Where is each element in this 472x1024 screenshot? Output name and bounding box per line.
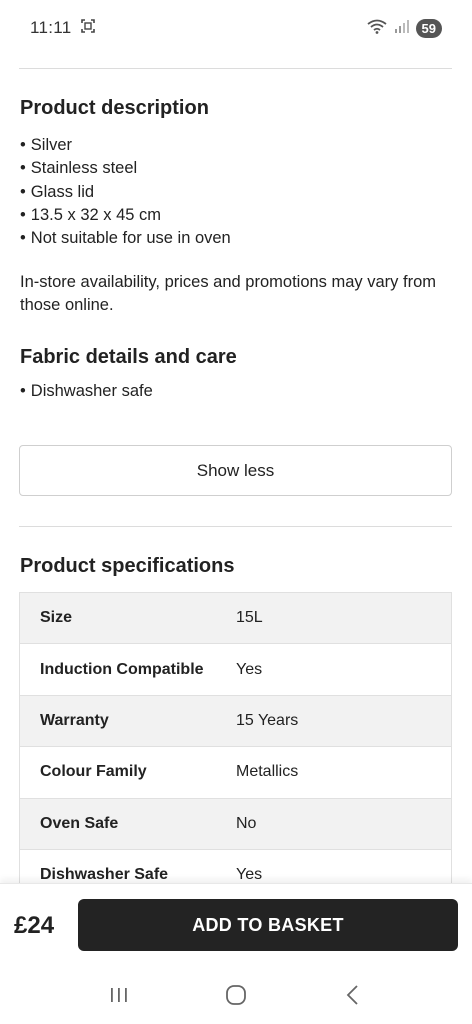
fabric-bullets: Dishwasher safe [20, 380, 153, 403]
screenshot-icon [80, 18, 96, 39]
home-icon[interactable] [216, 975, 256, 1015]
show-less-label: Show less [196, 460, 275, 480]
specifications-table: Size 15L Induction Compatible Yes Warran… [19, 592, 452, 902]
description-bullet: Not suitable for use in oven [20, 227, 231, 250]
top-divider [19, 68, 452, 69]
spec-row: Oven Safe No [20, 798, 451, 850]
signal-icon [394, 19, 410, 38]
status-bar: 11:11 59 [0, 0, 472, 56]
status-left: 11:11 [30, 18, 96, 39]
battery-indicator: 59 [415, 18, 442, 38]
spec-label: Colour Family [40, 763, 147, 781]
recent-apps-icon[interactable] [99, 975, 139, 1015]
description-bullet: Stainless steel [20, 157, 231, 180]
show-less-button[interactable]: Show less [19, 445, 452, 496]
price: £24 [14, 912, 55, 939]
spec-label: Size [40, 609, 73, 627]
spec-value: Yes [236, 866, 263, 884]
spec-row: Warranty 15 Years [20, 695, 451, 748]
fabric-bullet: Dishwasher safe [20, 380, 153, 403]
spec-row: Size 15L [20, 593, 451, 645]
description-bullets: Silver Stainless steel Glass lid 13.5 x … [20, 134, 231, 250]
spec-value: Metallics [236, 763, 299, 781]
back-icon[interactable] [333, 975, 373, 1015]
add-to-basket-button[interactable]: ADD TO BASKET [78, 899, 458, 951]
spec-value: Yes [236, 660, 263, 678]
status-time: 11:11 [30, 18, 72, 37]
wifi-icon [366, 18, 388, 39]
page: 11:11 59 Product description • Silver • … [0, 0, 472, 1024]
spec-label: Dishwasher Safe [40, 866, 169, 884]
spec-value: No [236, 814, 257, 832]
availability-note: In-store availability, prices and promot… [20, 273, 437, 314]
product-specifications-heading: Product specifications [20, 555, 235, 577]
fabric-details-heading: Fabric details and care [20, 346, 237, 368]
spec-value: 15L [236, 609, 263, 627]
spec-label: Oven Safe [40, 814, 119, 832]
add-to-basket-label: ADD TO BASKET [192, 914, 344, 935]
status-right: 59 [366, 18, 442, 39]
spec-row: Induction Compatible Yes [20, 644, 451, 696]
section-divider [19, 526, 452, 527]
description-bullet: Glass lid [20, 181, 231, 204]
purchase-bar: £24 ADD TO BASKET [0, 883, 472, 965]
spec-row: Colour Family Metallics [20, 747, 451, 799]
spec-value: 15 Years [236, 711, 299, 729]
product-description-heading: Product description [20, 97, 209, 119]
spec-label: Induction Compatible [40, 660, 204, 678]
spec-label: Warranty [40, 711, 109, 729]
system-navigation-bar [0, 965, 472, 1024]
description-bullet: 13.5 x 32 x 45 cm [20, 204, 231, 227]
description-bullet: Silver [20, 134, 231, 157]
